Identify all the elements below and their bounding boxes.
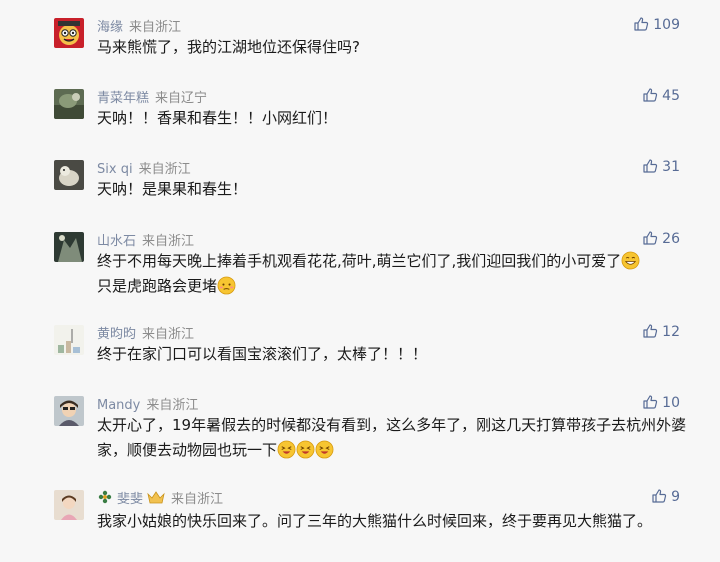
flower-icon xyxy=(98,490,112,504)
laugh-emoji-icon xyxy=(315,440,334,459)
thumbs-up-icon xyxy=(634,17,649,31)
awkward-emoji-icon xyxy=(217,276,236,295)
user-nickname[interactable]: 青菜年糕 xyxy=(97,91,149,106)
ip-location: 来自浙江 xyxy=(142,327,195,342)
comment-meta: 斐斐 来自浙江 xyxy=(97,488,223,507)
like-count: 12 xyxy=(662,324,680,340)
comment-text: 我家小姑娘的快乐回来了。问了三年的大熊猫什么时候回来，终于要再见大熊猫了。 xyxy=(97,512,653,530)
like-button[interactable]: 26 xyxy=(642,230,680,247)
comment-text: 终于不用每天晚上捧着手机观看花花,荷叶,萌兰它们了,我们迎回我们的小可爱了 只是… xyxy=(97,249,697,299)
thumbs-up-icon xyxy=(643,159,658,173)
comment-meta: 海缘 来自浙江 xyxy=(97,16,181,35)
like-button[interactable]: 31 xyxy=(642,158,680,175)
user-nickname[interactable]: 海缘 xyxy=(97,20,123,35)
comment-meta: 山水石 来自浙江 xyxy=(97,230,194,249)
avatar[interactable] xyxy=(54,18,84,48)
comment-text: 天呐！是果果和春生！ xyxy=(97,180,248,198)
like-button[interactable]: 12 xyxy=(642,323,680,340)
like-button[interactable]: 45 xyxy=(642,87,680,104)
grin-emoji-icon xyxy=(621,251,640,270)
ip-location: 来自浙江 xyxy=(146,398,199,413)
ip-location: 来自浙江 xyxy=(138,162,191,177)
like-count: 26 xyxy=(662,231,680,247)
avatar[interactable] xyxy=(54,232,84,262)
user-nickname[interactable]: 黄昀昀 xyxy=(97,327,136,342)
ip-location: 来自浙江 xyxy=(129,20,182,35)
like-count: 31 xyxy=(662,159,680,175)
comment-text: 天呐！！香果和春生！！小网红们！ xyxy=(97,109,338,127)
user-nickname[interactable]: Six qi xyxy=(97,162,133,177)
like-count: 109 xyxy=(653,17,680,33)
like-button[interactable]: 10 xyxy=(642,394,680,411)
comment-meta: Six qi 来自浙江 xyxy=(97,158,191,177)
comment-meta: 黄昀昀 来自浙江 xyxy=(97,323,194,342)
thumbs-up-icon xyxy=(652,489,667,503)
like-button[interactable]: 9 xyxy=(651,488,680,505)
comment-meta: 青菜年糕 来自辽宁 xyxy=(97,87,207,106)
ip-location: 来自辽宁 xyxy=(155,91,208,106)
avatar[interactable] xyxy=(54,396,84,426)
like-count: 9 xyxy=(671,489,680,505)
laugh-emoji-icon xyxy=(277,440,296,459)
ip-location: 来自浙江 xyxy=(142,234,195,249)
like-button[interactable]: 109 xyxy=(633,16,680,33)
user-nickname[interactable]: 斐斐 xyxy=(117,492,143,507)
comment-text: 太开心了，19年暑假去的时候都没有看到，这么多年了，刚这几天打算带孩子去杭州外婆… xyxy=(97,413,693,463)
thumbs-up-icon xyxy=(643,231,658,245)
user-nickname[interactable]: Mandy xyxy=(97,398,140,413)
crown-icon xyxy=(147,491,165,504)
comment-text: 马来熊慌了，我的江湖地位还保得住吗? xyxy=(97,38,360,56)
thumbs-up-icon xyxy=(643,324,658,338)
like-count: 10 xyxy=(662,395,680,411)
thumbs-up-icon xyxy=(643,88,658,102)
comment-text-line: 只是虎跑路会更堵 xyxy=(97,277,218,295)
thumbs-up-icon xyxy=(643,395,658,409)
user-nickname[interactable]: 山水石 xyxy=(97,234,136,249)
comment-text: 终于在家门口可以看国宝滚滚们了，太棒了！！！ xyxy=(97,345,428,363)
ip-location: 来自浙江 xyxy=(171,492,224,507)
avatar[interactable] xyxy=(54,89,84,119)
comment-text-line: 太开心了，19年暑假去的时候都没有看到，这么多年了，刚这几天打算带孩子去杭州外婆… xyxy=(97,416,687,459)
like-count: 45 xyxy=(662,88,680,104)
laugh-emoji-icon xyxy=(296,440,315,459)
avatar[interactable] xyxy=(54,160,84,190)
comment-text-line: 终于不用每天晚上捧着手机观看花花,荷叶,萌兰它们了,我们迎回我们的小可爱了 xyxy=(97,252,622,270)
avatar[interactable] xyxy=(54,325,84,355)
comment-meta: Mandy 来自浙江 xyxy=(97,394,198,413)
avatar[interactable] xyxy=(54,490,84,520)
